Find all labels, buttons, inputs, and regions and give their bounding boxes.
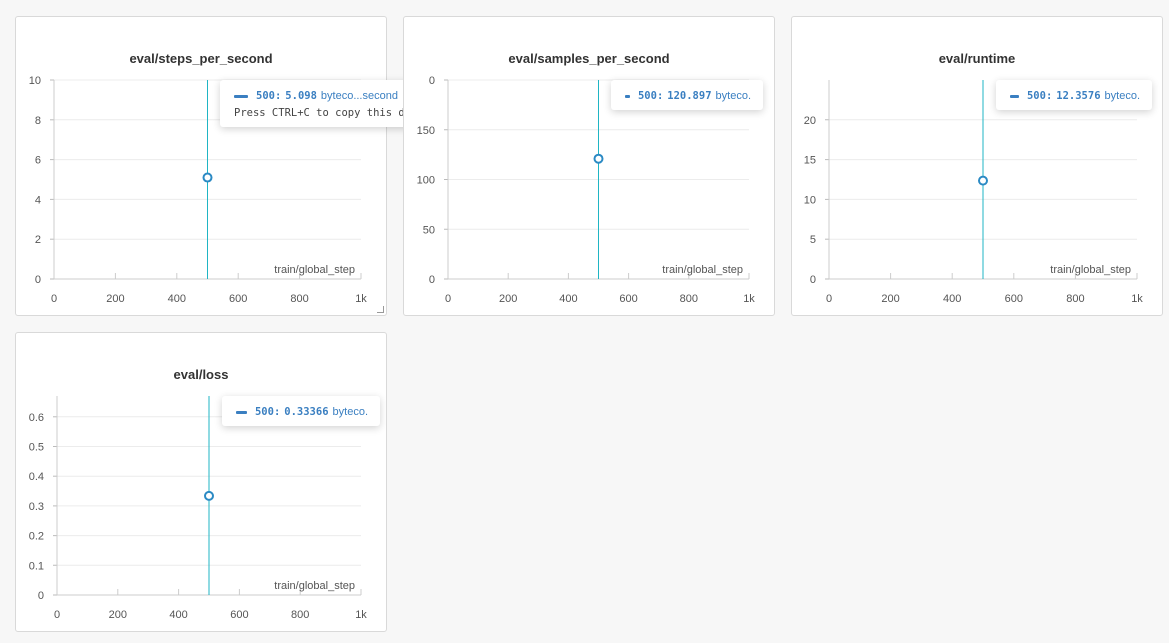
- x-tick-label: 800: [291, 609, 309, 621]
- tooltip-step: 500: [256, 90, 275, 102]
- x-axis-title: train/global_step: [1050, 264, 1131, 276]
- y-tick-label: 0.2: [29, 531, 44, 543]
- x-tick-label: 1k: [355, 293, 367, 305]
- x-tick-label: 800: [680, 293, 698, 305]
- data-point: [978, 175, 988, 186]
- y-tick-label: 0: [38, 590, 44, 602]
- series-swatch: [234, 94, 248, 98]
- x-tick-label: 800: [1066, 293, 1084, 305]
- x-tick-label: 600: [619, 293, 637, 305]
- y-tick-label: 15: [804, 155, 816, 167]
- x-tick-label: 600: [230, 609, 248, 621]
- data-point: [204, 490, 214, 501]
- y-tick-label: 0: [810, 274, 816, 286]
- x-tick-label: 200: [109, 609, 127, 621]
- y-tick-label: 10: [29, 75, 41, 87]
- tooltip-run-name: byteco.: [332, 406, 368, 418]
- data-point: [202, 172, 213, 183]
- y-tick-label: 4: [35, 194, 41, 206]
- x-tick-label: 0: [445, 293, 451, 305]
- tooltip-value: 0.33366: [284, 406, 329, 418]
- y-tick-label: 6: [35, 155, 41, 167]
- chart-plot[interactable]: 0 0.1 0.2 0.3 0.4 0.5 0.6 0 200 400 600 800 1k train/…: [16, 333, 387, 632]
- chart-plot[interactable]: 05010015000 200 400 600 800 1ktrain/global_st…: [404, 17, 775, 316]
- resize-handle[interactable]: [377, 306, 384, 313]
- x-axis-title: train/global_step: [662, 264, 743, 276]
- x-tick-label: 400: [943, 293, 961, 305]
- y-tick-label: 0: [429, 274, 435, 286]
- y-tick-label: 0.3: [29, 501, 44, 513]
- x-tick-label: 0: [51, 293, 57, 305]
- x-axis-title: train/global_step: [274, 580, 355, 592]
- y-tick-label: 150: [417, 125, 435, 137]
- data-tooltip: 500: 0.33366 byteco.: [222, 396, 380, 426]
- series-swatch: [1010, 94, 1019, 98]
- tooltip-run-name: byteco.: [715, 90, 751, 102]
- x-tick-label: 400: [559, 293, 577, 305]
- tooltip-run-name: byteco...second: [320, 90, 398, 102]
- y-tick-label: 0.6: [29, 412, 44, 424]
- y-tick-label: 20: [804, 115, 816, 127]
- y-tick-label: 2: [35, 234, 41, 246]
- y-tick-label: 5: [810, 234, 816, 246]
- x-tick-label: 800: [290, 293, 308, 305]
- tooltip-copy-hint: Press CTRL+C to copy this data: [234, 107, 424, 119]
- y-tick-label: 8: [35, 115, 41, 127]
- data-tooltip: 500: 12.3576 byteco.: [996, 80, 1152, 110]
- x-tick-label: 0: [54, 609, 60, 621]
- y-tick-label: 0.1: [29, 560, 44, 572]
- tooltip-value: 5.098: [285, 90, 317, 102]
- y-tick-label: 0.5: [29, 441, 44, 453]
- chart-panel-samples-per-second[interactable]: eval/samples_per_second 0 50 100 150 0 0 200 40…: [403, 16, 775, 316]
- x-tick-label: 400: [169, 609, 187, 621]
- x-tick-label: 600: [229, 293, 247, 305]
- tooltip-run-name: byteco.: [1104, 90, 1140, 102]
- tooltip-value: 120.897: [667, 90, 712, 102]
- tooltip-step: 500: [1026, 90, 1046, 102]
- x-tick-label: 200: [106, 293, 124, 305]
- y-tick-label: 10: [804, 194, 816, 206]
- x-axis-title: train/global_step: [274, 264, 355, 276]
- chart-plot[interactable]: 0 2 4 6 8 10 0 200 400 600 800 1k train/global_step: [16, 17, 388, 317]
- chart-panel-loss[interactable]: eval/loss 0 0.1 0.2 0.3 0.4 0.5 0.6 0 200 400 600 8…: [15, 332, 387, 632]
- x-tick-label: 1k: [355, 609, 367, 621]
- chart-panel-steps-per-second[interactable]: eval/steps_per_second 0 2 4 6 8 10 0 200 400 600 8…: [15, 16, 436, 317]
- x-tick-label: 600: [1005, 293, 1023, 305]
- data-tooltip: 500: 120.897 byteco.: [611, 80, 763, 110]
- y-tick-label: 50: [423, 224, 435, 236]
- x-tick-label: 0: [826, 293, 832, 305]
- tooltip-value: 12.3576: [1056, 90, 1101, 102]
- y-tick-label: 0: [35, 274, 41, 286]
- y-tick-label: 0: [429, 75, 435, 87]
- x-tick-label: 400: [168, 293, 186, 305]
- x-tick-label: 1k: [1131, 293, 1143, 305]
- x-tick-label: 200: [881, 293, 899, 305]
- x-tick-label: 200: [499, 293, 517, 305]
- series-swatch: [625, 94, 630, 98]
- data-point: [593, 153, 604, 164]
- tooltip-step: 500: [254, 406, 274, 418]
- tooltip-step: 500: [637, 90, 657, 102]
- chart-plot[interactable]: 051015200 200 400 600 800 1ktrain/global_step: [792, 17, 1163, 316]
- x-tick-label: 1k: [743, 293, 755, 305]
- y-tick-label: 0.4: [29, 471, 44, 483]
- series-swatch: [236, 410, 247, 414]
- y-tick-label: 100: [417, 175, 435, 187]
- chart-panel-runtime[interactable]: eval/runtime 0 5 10 15 20 0 200 400 600 800 1k trai…: [791, 16, 1163, 316]
